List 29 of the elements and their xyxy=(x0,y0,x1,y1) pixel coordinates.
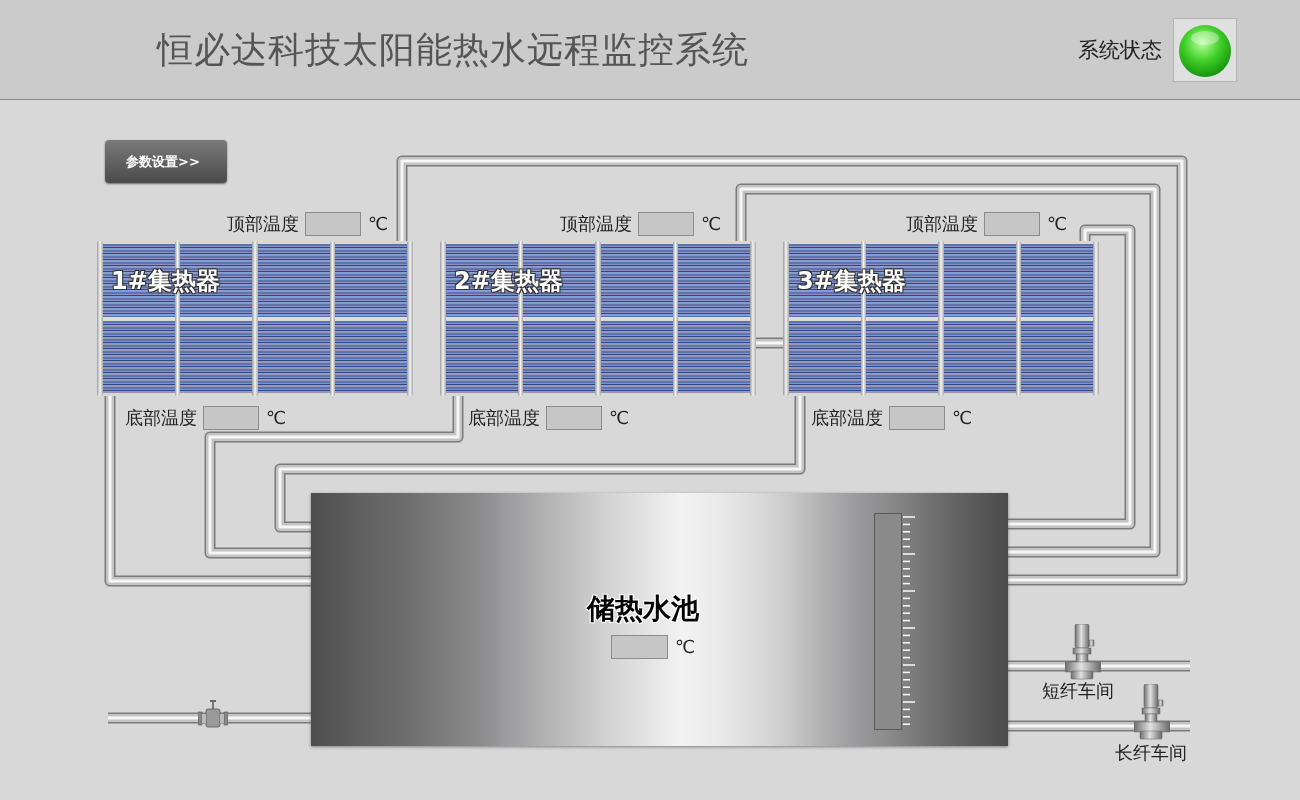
tank-label: 储热水池 xyxy=(587,591,699,627)
temperature-label: 底部温度 xyxy=(125,406,197,430)
temperature-label: 顶部温度 xyxy=(906,212,978,236)
temperature-label: 顶部温度 xyxy=(227,212,299,236)
unit-label: ℃ xyxy=(952,406,973,430)
outlet-label: 长纤车间 xyxy=(1115,741,1187,765)
unit-label: ℃ xyxy=(266,406,287,430)
outlet-label: 短纤车间 xyxy=(1042,679,1114,703)
temperature-field[interactable] xyxy=(889,406,945,430)
temperature-label: 底部温度 xyxy=(811,406,883,430)
temperature-label: 底部温度 xyxy=(468,406,540,430)
unit-label: ℃ xyxy=(701,212,722,236)
status-label: 系统状态 xyxy=(1078,36,1162,64)
window-title: 恒必达科技太阳能热水远程监控系统 xyxy=(157,27,749,72)
temperature-field[interactable] xyxy=(610,635,668,659)
temperature-field[interactable] xyxy=(203,406,259,430)
valve-icon xyxy=(198,700,228,731)
temperature-label: 顶部温度 xyxy=(560,212,632,236)
temperature-field[interactable] xyxy=(546,406,602,430)
temperature-field[interactable] xyxy=(638,212,694,236)
settings-button[interactable]: 参数设置>> xyxy=(105,140,227,183)
pump-icon xyxy=(1065,624,1101,680)
unit-label: ℃ xyxy=(609,406,630,430)
temperature-field[interactable] xyxy=(305,212,361,236)
pump-icon xyxy=(1134,684,1170,740)
unit-label: ℃ xyxy=(368,212,389,236)
temperature-field[interactable] xyxy=(984,212,1040,236)
unit-label: ℃ xyxy=(674,635,696,659)
unit-label: ℃ xyxy=(1047,212,1068,236)
